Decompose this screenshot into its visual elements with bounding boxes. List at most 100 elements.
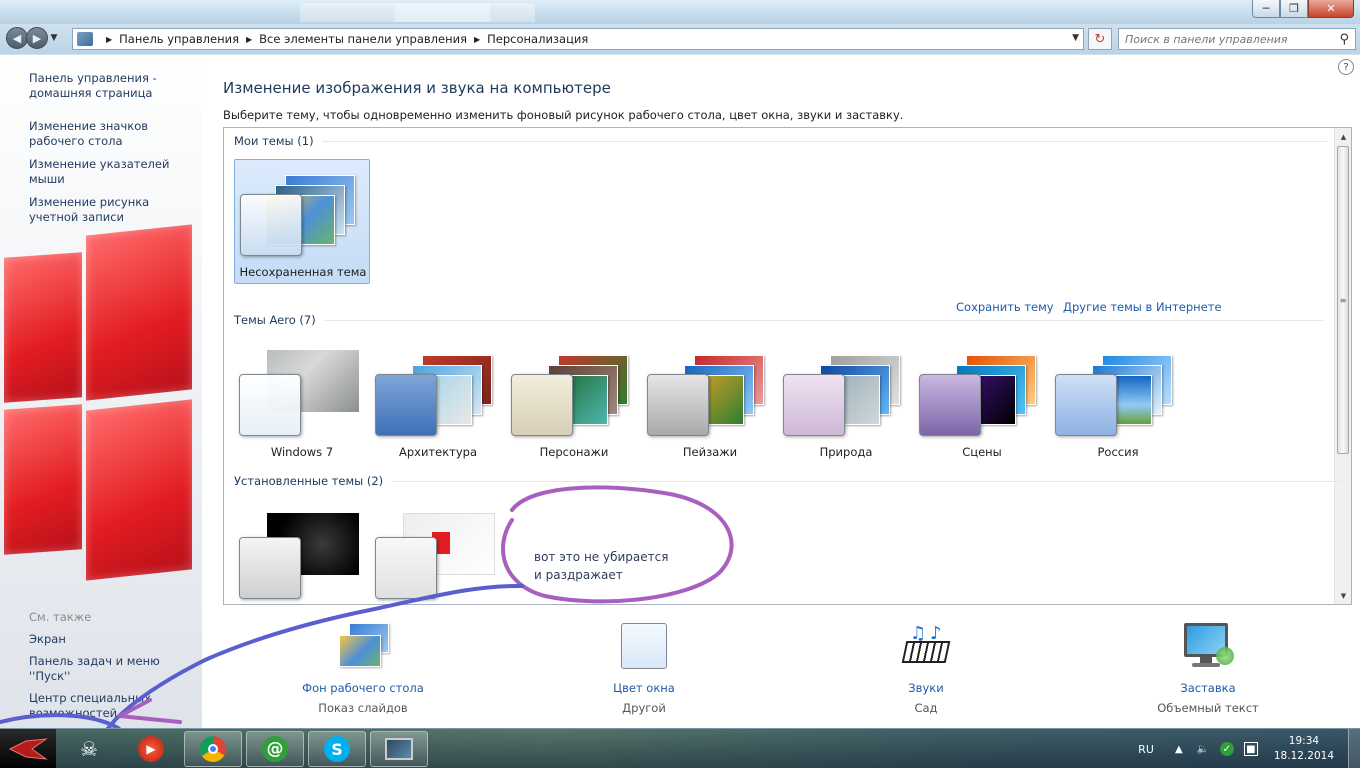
address-bar[interactable]: ▶ Панель управления ▶ Все элементы панел… — [72, 28, 1084, 50]
taskbar-app-chrome[interactable] — [184, 731, 242, 767]
theme-tile-russia[interactable]: Россия — [1050, 340, 1186, 465]
chevron-right-icon[interactable]: ▶ — [246, 35, 252, 44]
theme-tile-architecture[interactable]: Архитектура — [370, 340, 506, 465]
start-button[interactable] — [0, 729, 56, 768]
scrollbar-thumb[interactable]: ≡ — [1337, 146, 1349, 454]
see-also-label: См. также — [29, 610, 92, 624]
see-also-link-accessibility[interactable]: Центр специальных возможностей — [29, 691, 199, 721]
refresh-icon: ↻ — [1094, 31, 1106, 47]
theme-tile-windows7[interactable]: Windows 7 — [234, 340, 370, 465]
search-icon[interactable]: ⚲ — [1339, 32, 1349, 47]
theme-label: Windows 7 — [270, 445, 334, 459]
main-content: ? Изменение изображения и звука на компь… — [202, 55, 1360, 728]
breadcrumb-all-items[interactable]: Все элементы панели управления — [259, 32, 467, 46]
taskbar-app-pirate[interactable]: ☠ — [60, 731, 118, 767]
minimize-button[interactable]: ─ — [1252, 0, 1280, 18]
breadcrumb-control-panel[interactable]: Панель управления — [119, 32, 239, 46]
play-icon: ▶ — [138, 736, 164, 762]
theme-label: Природа — [819, 445, 873, 459]
sidebar-tasks: Панель управления - домашняя страница Из… — [29, 71, 199, 233]
show-hidden-icons[interactable]: ▲ — [1172, 742, 1186, 756]
at-sign-icon: @ — [262, 736, 288, 762]
window-color-icon — [616, 623, 672, 671]
window-color-swatch — [375, 537, 437, 599]
window-color-swatch — [240, 194, 302, 256]
back-button[interactable]: ◀ — [6, 27, 28, 49]
close-button[interactable]: ✕ — [1308, 0, 1354, 18]
page-description: Выберите тему, чтобы одновременно измени… — [223, 108, 904, 122]
background-tab-ghost — [395, 3, 535, 22]
refresh-button[interactable]: ↻ — [1088, 28, 1112, 50]
taskbar-app-control-panel[interactable] — [370, 731, 428, 767]
save-theme-link[interactable]: Сохранить тему — [956, 300, 1054, 314]
show-desktop-button[interactable] — [1348, 729, 1360, 768]
monitor-tray-icon[interactable]: ■ — [1243, 742, 1258, 756]
see-also-link-taskbar[interactable]: Панель задач и меню ''Пуск'' — [29, 654, 199, 684]
sidebar-link-home[interactable]: Панель управления - домашняя страница — [29, 71, 199, 101]
setting-name[interactable]: Звуки — [841, 681, 1011, 695]
theme-list: ▲ ≡ ▼ Мои темы (1) Несохраненная тема Со… — [223, 127, 1352, 605]
see-also-link-display[interactable]: Экран — [29, 632, 199, 647]
chrome-icon — [200, 736, 226, 762]
theme-tile-landscapes[interactable]: Пейзажи — [642, 340, 778, 465]
more-themes-link[interactable]: Другие темы в Интернете — [1063, 300, 1222, 314]
skype-icon: S — [324, 736, 350, 762]
theme-tile-scenes[interactable]: Сцены — [914, 340, 1050, 465]
group-label-installed-themes: Установленные темы (2) — [234, 474, 384, 488]
recent-pages-dropdown[interactable]: ▼ — [48, 27, 60, 49]
setting-name[interactable]: Заставка — [1123, 681, 1293, 695]
group-divider — [391, 480, 1342, 482]
nav-buttons: ◀ ▶ ▼ — [6, 27, 60, 49]
navigation-bar: ◀ ▶ ▼ ▶ Панель управления ▶ Все элементы… — [0, 24, 1360, 54]
setting-sounds[interactable]: ♫ ♪ Звуки Сад — [841, 623, 1011, 715]
window-controls: ─ ❐ ✕ — [1252, 0, 1354, 18]
theme-tile-installed-windows[interactable] — [370, 503, 506, 604]
maximize-button[interactable]: ❐ — [1280, 0, 1308, 18]
setting-window-color[interactable]: Цвет окна Другой — [559, 623, 729, 715]
breadcrumb-personalization[interactable]: Персонализация — [487, 32, 588, 46]
annotation-line: и раздражает — [534, 568, 623, 582]
volume-icon[interactable]: 🔈 — [1196, 742, 1210, 756]
theme-label: Сцены — [962, 445, 1002, 459]
chevron-right-icon[interactable]: ▶ — [474, 35, 480, 44]
group-header-my-themes: Мои темы (1) — [234, 134, 1327, 148]
setting-desktop-background[interactable]: Фон рабочего стола Показ слайдов — [278, 623, 448, 715]
taskbar-app-skype[interactable]: S — [308, 731, 366, 767]
desktop-background-icon — [335, 623, 391, 671]
setting-value: Другой — [622, 701, 666, 715]
taskbar-app-mail-agent[interactable]: @ — [246, 731, 304, 767]
page-title: Изменение изображения и звука на компьют… — [223, 79, 611, 97]
sidebar-link-mouse-pointers[interactable]: Изменение указателей мыши — [29, 157, 199, 187]
breadcrumb: ▶ Панель управления ▶ Все элементы панел… — [99, 32, 588, 46]
theme-tile-installed-cat[interactable] — [234, 503, 370, 604]
taskbar-app-media-player[interactable]: ▶ — [122, 731, 180, 767]
search-input[interactable] — [1125, 32, 1330, 46]
theme-list-scrollbar[interactable]: ▲ ≡ ▼ — [1334, 128, 1351, 604]
forward-button[interactable]: ▶ — [26, 27, 48, 49]
music-note-icon: ♫ — [910, 623, 927, 644]
address-dropdown-icon[interactable]: ▼ — [1072, 33, 1079, 43]
theme-tile-unsaved[interactable]: Несохраненная тема — [234, 159, 370, 284]
theme-label: Архитектура — [398, 445, 478, 459]
sidebar-link-desktop-icons[interactable]: Изменение значков рабочего стола — [29, 119, 199, 149]
theme-tile-characters[interactable]: Персонажи — [506, 340, 642, 465]
window-color-swatch — [239, 537, 301, 599]
network-icon[interactable]: ✓ — [1219, 742, 1234, 756]
theme-tile-nature[interactable]: Природа — [778, 340, 914, 465]
clock[interactable]: 19:34 18.12.2014 — [1274, 734, 1334, 764]
window-color-swatch — [919, 374, 981, 436]
setting-name[interactable]: Фон рабочего стола — [278, 681, 448, 695]
music-note-icon: ♪ — [930, 623, 942, 644]
help-icon[interactable]: ? — [1338, 59, 1354, 75]
sidebar-link-account-picture[interactable]: Изменение рисунка учетной записи — [29, 195, 199, 225]
start-logo-icon — [8, 738, 48, 760]
scroll-down-icon[interactable]: ▼ — [1335, 587, 1351, 604]
close-icon: ✕ — [1326, 2, 1336, 15]
setting-name[interactable]: Цвет окна — [559, 681, 729, 695]
language-indicator[interactable]: RU — [1138, 743, 1154, 756]
group-divider — [323, 319, 1324, 321]
setting-screensaver[interactable]: Заставка Объемный текст — [1123, 623, 1293, 715]
scroll-up-icon[interactable]: ▲ — [1335, 128, 1351, 145]
annotation-line: вот это не убирается — [534, 550, 669, 564]
restore-icon: ❐ — [1289, 2, 1299, 15]
